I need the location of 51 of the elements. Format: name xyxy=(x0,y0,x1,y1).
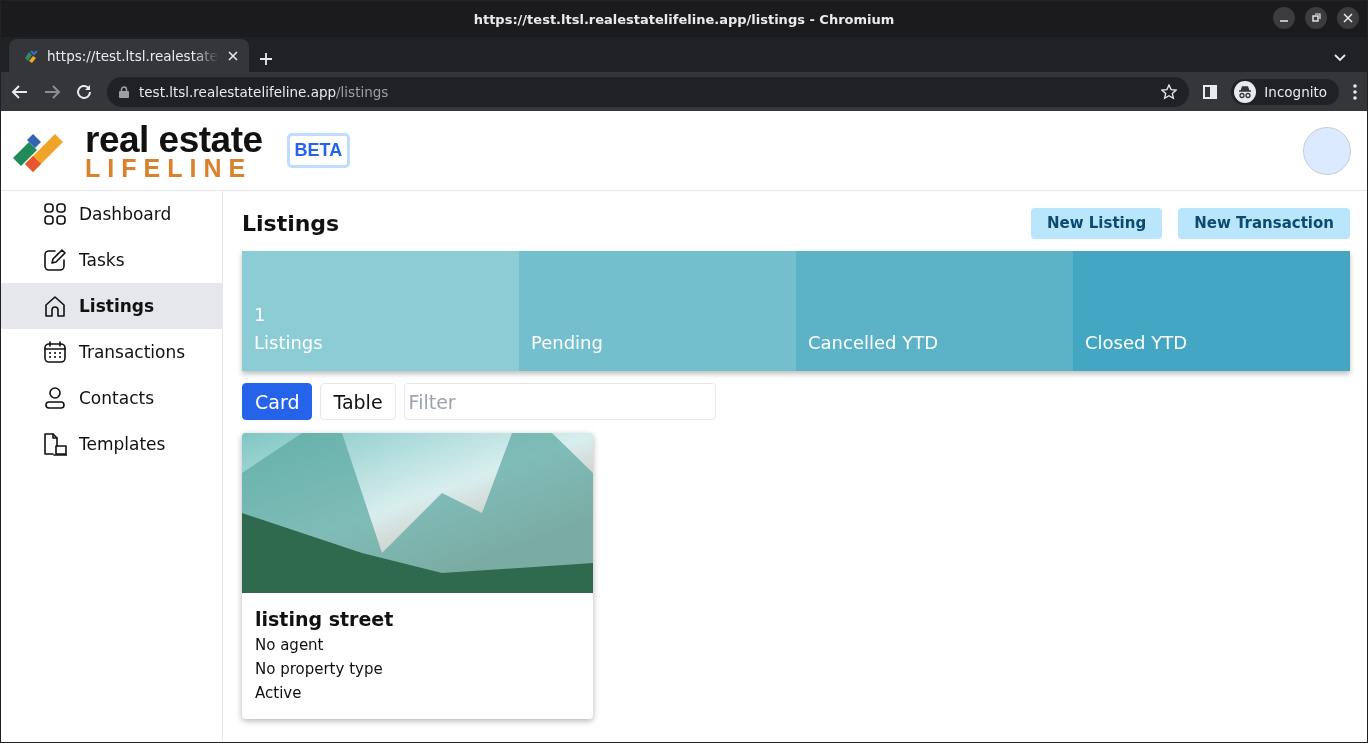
sidebar-item[interactable]: Transactions xyxy=(1,329,222,375)
view-toggle-button[interactable]: Table xyxy=(320,383,396,420)
more-menu-icon[interactable] xyxy=(1353,83,1357,100)
sidebar-item[interactable]: Contacts xyxy=(1,375,222,421)
incognito-icon xyxy=(1234,80,1257,103)
page-title: Listings xyxy=(242,210,340,236)
reload-icon[interactable] xyxy=(75,82,93,101)
chevron-down-icon[interactable] xyxy=(1333,53,1347,63)
url-text: test.ltsl.realestatelifeline.app/listings xyxy=(139,83,389,100)
sidebar-item[interactable]: Dashboard xyxy=(1,191,222,237)
filter-field[interactable]: Filter xyxy=(403,383,716,420)
sidebar-item[interactable]: Listings xyxy=(1,283,222,329)
star-icon[interactable] xyxy=(1161,83,1178,100)
close-icon[interactable] xyxy=(1337,7,1359,29)
restore-icon[interactable] xyxy=(1305,7,1327,29)
listing-title: listing street xyxy=(255,607,395,631)
forward-icon[interactable] xyxy=(43,82,61,101)
logo-wordmark: real estate LIFELINE xyxy=(85,120,263,181)
stat-label: Cancelled YTD xyxy=(808,331,940,355)
action-button[interactable]: New Listing xyxy=(1031,207,1163,239)
stat-label: Pending xyxy=(531,331,604,355)
listing-agent: No agent xyxy=(255,635,325,656)
stat-label: Listings xyxy=(254,331,324,355)
site-favicon xyxy=(23,47,39,64)
incognito-profile-button[interactable]: Incognito xyxy=(1231,78,1339,105)
window-title: https://test.ltsl.realestatelifeline.app/listings - Chromium xyxy=(473,11,895,27)
beta-badge: BETA xyxy=(286,133,351,168)
browser-tab[interactable]: https://test.ltsl.realestate xyxy=(9,39,249,72)
new-tab-icon[interactable] xyxy=(259,52,273,66)
back-icon[interactable] xyxy=(11,82,29,101)
stat-label: Closed YTD xyxy=(1085,331,1189,355)
pencil-square-icon xyxy=(43,248,67,272)
house-icon xyxy=(43,294,67,318)
lock-icon xyxy=(119,85,129,98)
grid-icon xyxy=(43,202,67,226)
listing-card[interactable]: listing street No agent No property type Active xyxy=(242,433,593,719)
documents-icon xyxy=(43,432,67,456)
minimize-icon[interactable] xyxy=(1273,7,1295,29)
person-icon xyxy=(43,386,67,410)
view-toggle-button[interactable]: Card xyxy=(242,383,313,420)
sidebar-item[interactable]: Templates xyxy=(1,421,222,467)
address-bar[interactable]: test.ltsl.realestatelifeline.app/listings xyxy=(107,76,1190,107)
listing-status: Active xyxy=(255,683,303,704)
calendar-icon xyxy=(43,340,67,364)
listing-property-type: No property type xyxy=(255,659,384,680)
close-icon[interactable] xyxy=(227,49,239,62)
tab-title: https://test.ltsl.realestate xyxy=(47,47,219,64)
sidebar-item[interactable]: Tasks xyxy=(1,237,222,283)
action-button[interactable]: New Transaction xyxy=(1178,207,1350,239)
side-panel-icon[interactable] xyxy=(1203,84,1218,99)
stat-value: 1 xyxy=(254,303,267,327)
